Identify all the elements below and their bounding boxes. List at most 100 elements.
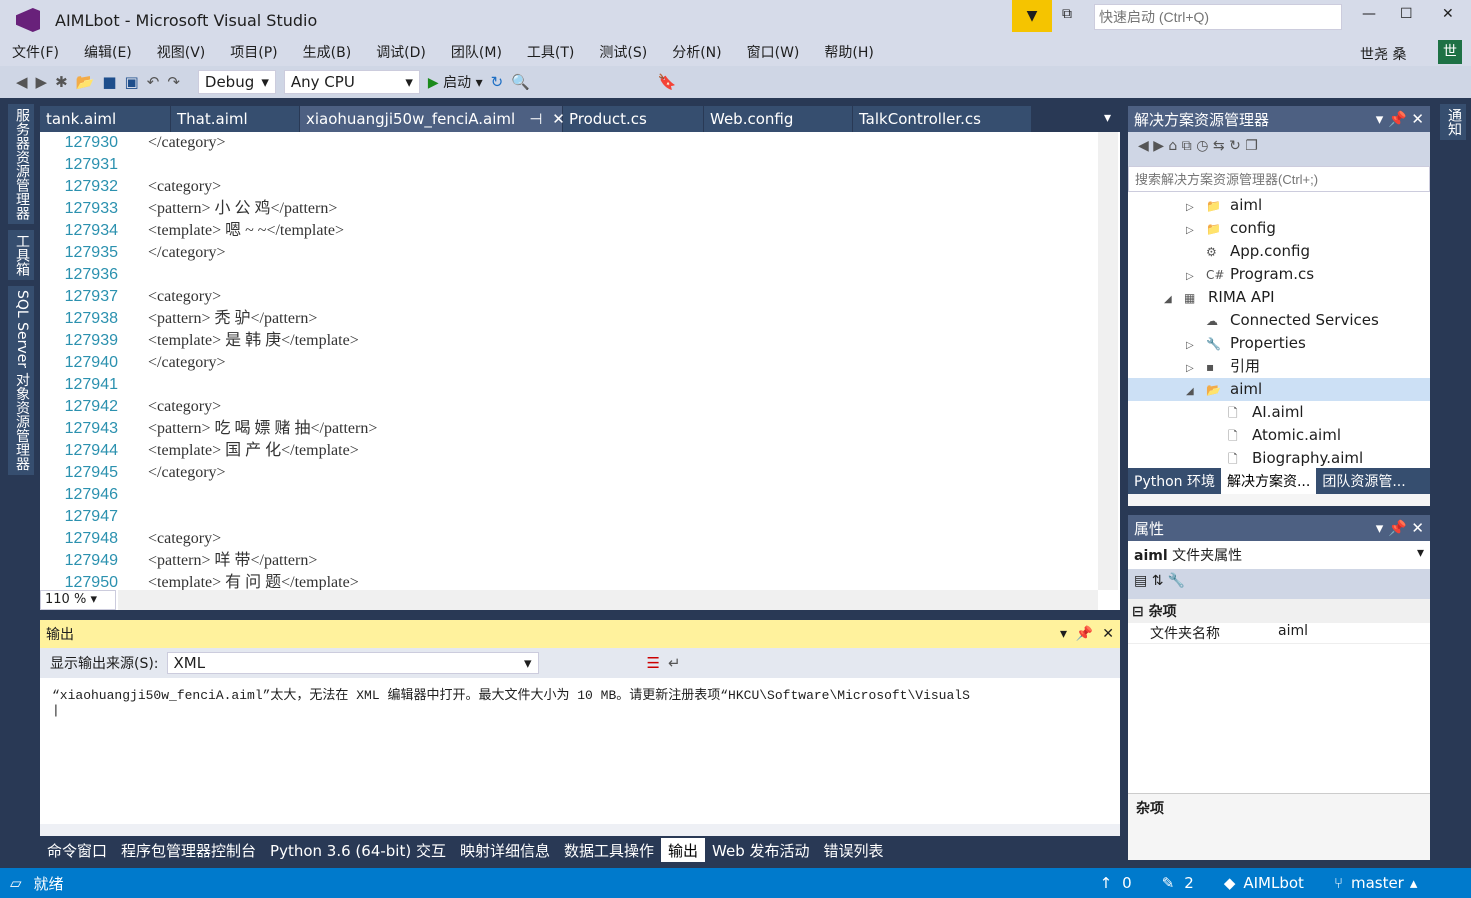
redo-icon[interactable]: ↷ <box>167 73 180 91</box>
editor-tab[interactable]: tank.aiml <box>40 106 170 132</box>
expand-icon[interactable]: ▷ <box>1186 334 1206 357</box>
menu-item[interactable]: 分析(N) <box>672 42 721 62</box>
save-all-icon[interactable]: ▣ <box>125 73 139 91</box>
property-row[interactable]: 文件夹名称 aiml <box>1128 623 1430 644</box>
back-icon[interactable]: ◀ <box>16 73 28 91</box>
maximize-button[interactable]: ☐ <box>1400 6 1413 22</box>
new-project-icon[interactable]: ✱ <box>55 73 68 91</box>
refresh-icon[interactable]: ↻ <box>491 73 504 91</box>
repo-name[interactable]: AIMLbot <box>1243 874 1304 892</box>
pencil-icon[interactable]: ✎ <box>1162 874 1175 892</box>
properties-object-select[interactable]: aiml 文件夹属性 ▾ <box>1128 541 1430 569</box>
tree-item[interactable]: ⚙ App.config <box>1128 240 1430 263</box>
tree-item[interactable]: 🗋 AI.aiml <box>1128 401 1430 424</box>
left-tab[interactable]: 服务器资源管理器 <box>8 104 34 224</box>
property-category[interactable]: ⊟ 杂项 <box>1128 599 1430 623</box>
tree-item[interactable]: ▷ 📁 aiml <box>1128 194 1430 217</box>
editor-tab[interactable]: TalkController.cs <box>853 106 1031 132</box>
bottom-tab[interactable]: 命令窗口 <box>40 838 114 862</box>
editor-tab[interactable]: xiaohuangji50w_fenciA.aiml ⊣ ✕ <box>300 106 565 132</box>
editor-horizontal-scrollbar[interactable] <box>118 590 1098 610</box>
bottom-tab[interactable]: 输出 <box>661 838 706 862</box>
output-source-select[interactable]: XML ▾ <box>166 652 539 674</box>
home-icon[interactable]: ◀ ▶ ⌂ ⧉ ◷ ⇆ ↻ ❐ <box>1138 138 1258 154</box>
solution-tab[interactable]: 解决方案资... <box>1220 468 1317 494</box>
open-icon[interactable]: 📂 <box>76 73 95 91</box>
output-window-controls[interactable]: ▾ 📌 ✕ <box>1060 626 1114 642</box>
editor-tab[interactable]: Product.cs <box>563 106 703 132</box>
bottom-tab[interactable]: Web 发布活动 <box>705 838 816 862</box>
start-button[interactable]: ▶ 启动 ▾ <box>428 72 483 92</box>
word-wrap-icon[interactable]: ↵ <box>668 654 681 672</box>
expand-icon[interactable]: ▷ <box>1186 196 1206 219</box>
menu-item[interactable]: 项目(P) <box>230 42 277 62</box>
bottom-tab[interactable]: 程序包管理器控制台 <box>114 838 263 862</box>
menu-item[interactable]: 团队(M) <box>451 42 502 62</box>
tree-item[interactable]: ▷ C# Program.cs <box>1128 263 1430 286</box>
branch-menu-icon[interactable]: ▴ <box>1410 874 1418 892</box>
editor-tab[interactable]: Web.config <box>704 106 852 132</box>
panel-controls[interactable]: ▾ 📌 ✕ <box>1376 110 1424 128</box>
tree-item[interactable]: ☁ Connected Services <box>1128 309 1430 332</box>
save-icon[interactable]: ■ <box>102 73 116 91</box>
menu-item[interactable]: 文件(F) <box>12 42 59 62</box>
feedback-icon[interactable]: ⧉ <box>1062 6 1072 22</box>
bottom-tab[interactable]: 映射详细信息 <box>453 838 557 862</box>
branch-name[interactable]: master <box>1351 874 1404 892</box>
zoom-select[interactable]: 110 % ▾ <box>40 590 116 610</box>
expand-icon[interactable]: ▷ <box>1186 357 1206 380</box>
output-text[interactable]: “xiaohuangji50w_fenciA.aiml”太大，无法在 XML 编… <box>40 678 1120 824</box>
bookmark-icon[interactable]: 🔖 <box>658 73 677 91</box>
editor-vertical-scrollbar[interactable] <box>1098 132 1118 590</box>
menu-item[interactable]: 窗口(W) <box>747 42 800 62</box>
minimize-button[interactable]: — <box>1362 6 1376 22</box>
tab-overflow-icon[interactable]: ▾ <box>1104 110 1111 126</box>
user-name[interactable]: 世尧 桑 <box>1360 44 1406 64</box>
publish-up-icon[interactable]: ↑ <box>1100 874 1113 892</box>
menu-item[interactable]: 视图(V) <box>157 42 206 62</box>
platform-select[interactable]: Any CPU ▾ <box>283 70 420 94</box>
right-tab[interactable]: 通知 <box>1440 104 1466 140</box>
avatar[interactable]: 世 <box>1438 40 1462 64</box>
configuration-select[interactable]: Debug ▾ <box>197 70 276 94</box>
left-tab[interactable]: 工具箱 <box>8 230 34 280</box>
panel-controls[interactable]: ▾ 📌 ✕ <box>1376 519 1424 537</box>
menu-item[interactable]: 测试(S) <box>599 42 647 62</box>
undo-icon[interactable]: ↶ <box>147 73 160 91</box>
menu-item[interactable]: 帮助(H) <box>824 42 873 62</box>
tree-item[interactable]: 🗋 Atomic.aiml <box>1128 424 1430 447</box>
expand-icon[interactable]: ▷ <box>1186 219 1206 242</box>
menu-item[interactable]: 工具(T) <box>527 42 574 62</box>
solution-search-input[interactable] <box>1128 166 1430 192</box>
unpublished-count[interactable]: 0 <box>1122 874 1132 892</box>
tree-item[interactable]: ▷ 📁 config <box>1128 217 1430 240</box>
find-icon[interactable]: 🔍 <box>511 73 530 91</box>
pin-icon[interactable]: ⊣ <box>529 110 542 128</box>
code-editor[interactable]: 127930 </category> 127931 127932 <category> 1… <box>40 132 1120 610</box>
quick-launch-input[interactable] <box>1094 4 1342 30</box>
branch-icon[interactable]: ⑂ <box>1334 874 1343 892</box>
property-pages-icon[interactable]: 🔧 <box>1168 573 1185 589</box>
editor-tab[interactable]: That.aiml <box>171 106 299 132</box>
solution-tab[interactable]: Python 环境 <box>1128 468 1221 494</box>
pending-changes-count[interactable]: 2 <box>1184 874 1194 892</box>
bottom-tab[interactable]: Python 3.6 (64-bit) 交互 <box>263 838 453 862</box>
menu-item[interactable]: 调试(D) <box>376 42 426 62</box>
tree-item[interactable]: 🗋 Biography.aiml <box>1128 447 1430 468</box>
bottom-tab[interactable]: 数据工具操作 <box>557 838 661 862</box>
tree-item[interactable]: ▷ ▪ 引用 <box>1128 355 1430 378</box>
tree-item[interactable]: ◢ 📂 aiml <box>1128 378 1430 401</box>
left-tab[interactable]: SQL Server 对象资源管理器 <box>8 286 34 475</box>
git-repo-icon[interactable]: ◆ <box>1224 874 1236 892</box>
expand-icon[interactable]: ▷ <box>1186 265 1206 288</box>
solution-tab[interactable]: 团队资源管... <box>1316 468 1411 494</box>
expand-icon[interactable]: ◢ <box>1186 380 1206 403</box>
close-button[interactable]: ✕ <box>1442 6 1454 22</box>
forward-icon[interactable]: ▶ <box>36 73 48 91</box>
menu-item[interactable]: 编辑(E) <box>84 42 132 62</box>
alphabetical-icon[interactable]: ⇅ <box>1152 573 1164 589</box>
expand-icon[interactable]: ◢ <box>1164 288 1184 311</box>
tree-item[interactable]: ▷ 🔧 Properties <box>1128 332 1430 355</box>
bottom-tab[interactable]: 错误列表 <box>817 838 891 862</box>
menu-item[interactable]: 生成(B) <box>303 42 352 62</box>
